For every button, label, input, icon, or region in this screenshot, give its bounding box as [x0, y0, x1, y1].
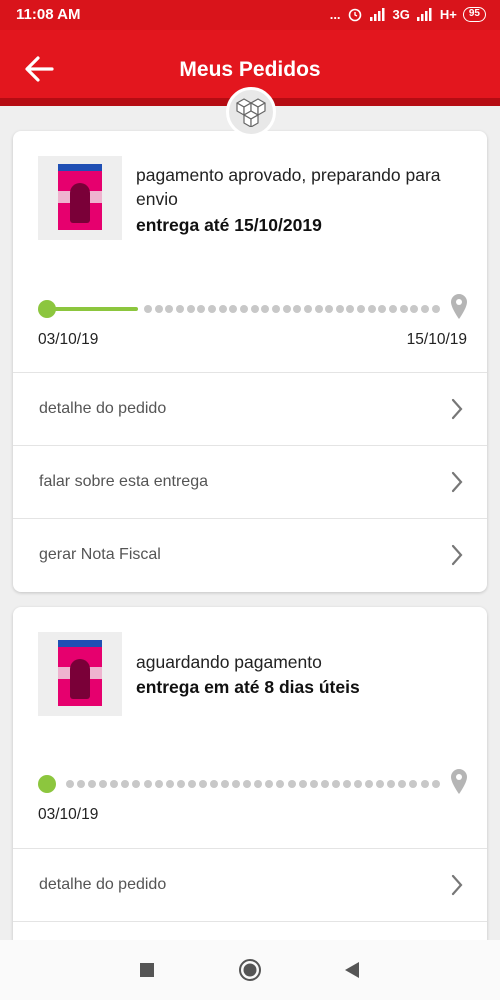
game-cover-image — [58, 640, 102, 706]
order-detail-link[interactable]: detalhe do pedido — [13, 372, 487, 445]
talk-about-delivery-link[interactable]: falar sobre esta entrega — [13, 445, 487, 518]
menu-label: detalhe do pedido — [39, 876, 167, 893]
start-date: 03/10/19 — [38, 806, 99, 823]
game-cover-image — [58, 164, 102, 230]
order-card: aguardando pagamento entrega em até 8 di… — [13, 607, 487, 947]
delivery-estimate: entrega até 15/10/2019 — [136, 215, 322, 235]
delivery-progress — [38, 294, 468, 321]
menu-label: gerar Nota Fiscal — [39, 546, 161, 563]
start-date: 03/10/19 — [38, 331, 99, 348]
network-type-2: H+ — [439, 6, 457, 22]
chevron-right-icon — [451, 398, 463, 420]
home-icon — [239, 959, 261, 981]
order-card: pagamento aprovado, preparando para envi… — [13, 131, 487, 592]
boxes-icon — [236, 98, 266, 127]
delivery-estimate: entrega em até 8 dias úteis — [136, 677, 360, 697]
signal-icon-2 — [416, 7, 432, 21]
order-status: pagamento aprovado, preparando para envi… — [136, 165, 441, 209]
status-bar: 11:08 AM ... 3G H+ 95 — [0, 0, 500, 30]
page-title: Meus Pedidos — [179, 58, 321, 81]
progress-fill — [47, 307, 138, 311]
product-thumbnail[interactable] — [38, 632, 122, 716]
status-time: 11:08 AM — [16, 6, 81, 23]
signal-icon — [369, 7, 385, 21]
battery-indicator: 95 — [462, 6, 486, 22]
back-triangle-icon — [345, 962, 359, 978]
chevron-right-icon — [451, 874, 463, 896]
progress-start-dot — [38, 775, 56, 793]
status-icons: ... 3G H+ 95 — [330, 6, 486, 22]
chevron-right-icon — [451, 471, 463, 493]
system-nav-bar — [0, 940, 500, 1000]
progress-remaining-dots — [66, 780, 440, 788]
location-pin-icon — [451, 769, 467, 794]
home-button[interactable] — [238, 958, 262, 982]
recents-button[interactable] — [135, 958, 159, 982]
menu-label: detalhe do pedido — [39, 400, 167, 417]
order-detail-link[interactable]: detalhe do pedido — [13, 848, 487, 921]
stop-icon — [140, 963, 154, 977]
location-pin-icon — [451, 294, 467, 319]
end-date: 15/10/19 — [406, 331, 467, 348]
system-back-button[interactable] — [340, 958, 364, 982]
progress-remaining-dots — [144, 305, 440, 313]
network-type: 3G — [392, 6, 410, 22]
alarm-icon — [348, 8, 361, 22]
delivery-progress — [38, 769, 468, 796]
orders-badge — [226, 87, 276, 137]
notification-dots: ... — [329, 6, 341, 22]
menu-label: falar sobre esta entrega — [39, 473, 208, 490]
order-status: aguardando pagamento — [136, 652, 322, 672]
chevron-right-icon — [451, 544, 463, 566]
progress-start-dot — [38, 300, 56, 318]
generate-invoice-link[interactable]: gerar Nota Fiscal — [13, 518, 487, 591]
product-thumbnail[interactable] — [38, 156, 122, 240]
